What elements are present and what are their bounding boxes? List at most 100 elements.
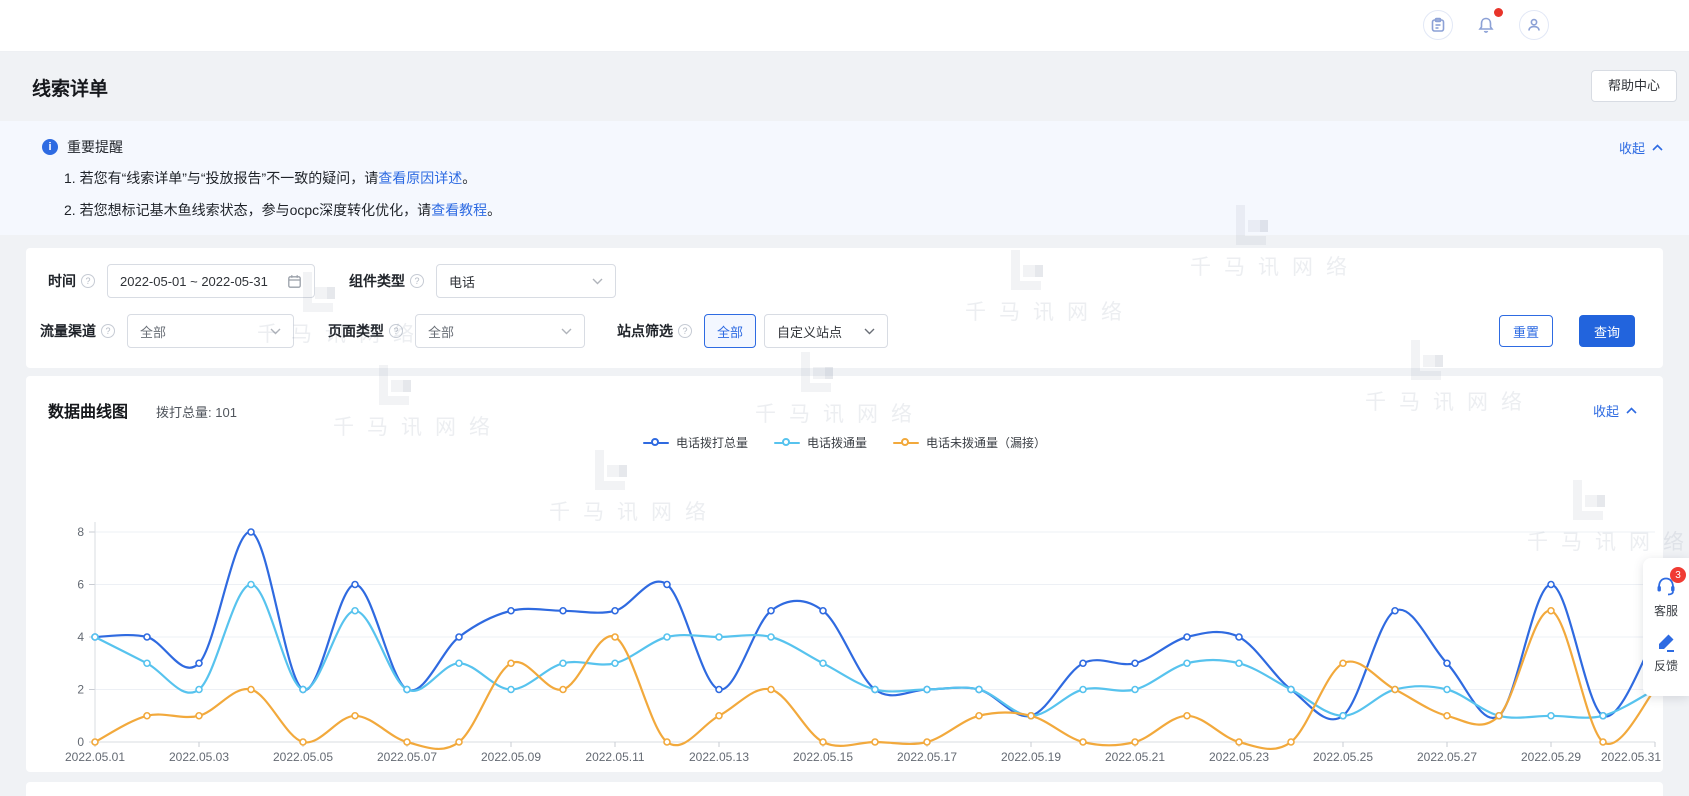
- traffic-channel-help-icon[interactable]: ?: [101, 324, 115, 338]
- data-point[interactable]: [1548, 713, 1554, 719]
- data-point[interactable]: [1600, 739, 1606, 745]
- data-point[interactable]: [300, 739, 306, 745]
- page-type-select[interactable]: 全部: [415, 314, 585, 348]
- data-point[interactable]: [716, 634, 722, 640]
- view-tutorial-link[interactable]: 查看教程: [431, 202, 487, 218]
- data-point[interactable]: [820, 660, 826, 666]
- data-point[interactable]: [248, 529, 254, 535]
- data-point[interactable]: [248, 582, 254, 588]
- data-point[interactable]: [1184, 713, 1190, 719]
- data-point[interactable]: [1444, 660, 1450, 666]
- data-point[interactable]: [300, 687, 306, 693]
- data-point[interactable]: [352, 608, 358, 614]
- data-point[interactable]: [1548, 582, 1554, 588]
- data-point[interactable]: [924, 739, 930, 745]
- data-point[interactable]: [1236, 660, 1242, 666]
- data-point[interactable]: [820, 608, 826, 614]
- component-type-select[interactable]: 电话: [436, 264, 616, 298]
- data-point[interactable]: [612, 634, 618, 640]
- data-point[interactable]: [456, 634, 462, 640]
- date-range-input[interactable]: 2022-05-01 ~ 2022-05-31: [107, 264, 315, 298]
- feedback-button[interactable]: 反馈: [1643, 625, 1689, 680]
- data-point[interactable]: [664, 634, 670, 640]
- data-point[interactable]: [1132, 739, 1138, 745]
- data-point[interactable]: [716, 687, 722, 693]
- x-axis-label: 2022.05.17: [897, 750, 957, 764]
- data-point[interactable]: [456, 739, 462, 745]
- site-filter-help-icon[interactable]: ?: [678, 324, 692, 338]
- component-type-help-icon[interactable]: ?: [410, 274, 424, 288]
- data-point[interactable]: [1288, 739, 1294, 745]
- notice-collapse-button[interactable]: 收起: [1619, 138, 1663, 157]
- data-point[interactable]: [508, 660, 514, 666]
- data-point[interactable]: [612, 608, 618, 614]
- data-point[interactable]: [1080, 739, 1086, 745]
- data-point[interactable]: [1080, 660, 1086, 666]
- data-point[interactable]: [144, 660, 150, 666]
- data-point[interactable]: [1132, 687, 1138, 693]
- data-point[interactable]: [508, 687, 514, 693]
- data-point[interactable]: [820, 739, 826, 745]
- data-point[interactable]: [976, 687, 982, 693]
- data-point[interactable]: [1340, 713, 1346, 719]
- data-point[interactable]: [196, 687, 202, 693]
- data-point[interactable]: [1184, 660, 1190, 666]
- customer-service-button[interactable]: 3 客服: [1643, 568, 1689, 625]
- data-point[interactable]: [1184, 634, 1190, 640]
- help-center-button[interactable]: 帮助中心: [1591, 70, 1677, 102]
- data-point[interactable]: [976, 713, 982, 719]
- data-point[interactable]: [92, 634, 98, 640]
- data-point[interactable]: [1496, 713, 1502, 719]
- view-reason-link[interactable]: 查看原因详述: [378, 170, 462, 186]
- data-point[interactable]: [1392, 608, 1398, 614]
- data-point[interactable]: [1340, 660, 1346, 666]
- data-point[interactable]: [560, 687, 566, 693]
- data-point[interactable]: [1600, 713, 1606, 719]
- page-type-help-icon[interactable]: ?: [389, 324, 403, 338]
- clipboard-icon[interactable]: [1423, 10, 1453, 40]
- data-point[interactable]: [872, 739, 878, 745]
- data-point[interactable]: [144, 713, 150, 719]
- line-chart[interactable]: 024682022.05.012022.05.032022.05.052022.…: [26, 376, 1663, 772]
- data-point[interactable]: [768, 687, 774, 693]
- data-point[interactable]: [560, 660, 566, 666]
- site-filter-all-button[interactable]: 全部: [704, 314, 756, 348]
- time-help-icon[interactable]: ?: [81, 274, 95, 288]
- data-point[interactable]: [1444, 713, 1450, 719]
- data-point[interactable]: [872, 687, 878, 693]
- data-point[interactable]: [456, 660, 462, 666]
- data-point[interactable]: [768, 634, 774, 640]
- data-point[interactable]: [560, 608, 566, 614]
- user-profile-icon[interactable]: [1519, 10, 1549, 40]
- data-point[interactable]: [612, 660, 618, 666]
- data-point[interactable]: [1288, 687, 1294, 693]
- data-point[interactable]: [1080, 687, 1086, 693]
- data-point[interactable]: [1236, 739, 1242, 745]
- data-point[interactable]: [1392, 687, 1398, 693]
- data-point[interactable]: [144, 634, 150, 640]
- data-point[interactable]: [1132, 660, 1138, 666]
- data-point[interactable]: [352, 582, 358, 588]
- data-point[interactable]: [1236, 634, 1242, 640]
- data-point[interactable]: [196, 713, 202, 719]
- data-point[interactable]: [352, 713, 358, 719]
- custom-site-select[interactable]: 自定义站点: [764, 314, 888, 348]
- data-point[interactable]: [196, 660, 202, 666]
- data-point[interactable]: [664, 582, 670, 588]
- query-button[interactable]: 查询: [1579, 315, 1635, 347]
- data-point[interactable]: [768, 608, 774, 614]
- data-point[interactable]: [716, 713, 722, 719]
- data-point[interactable]: [404, 687, 410, 693]
- data-point[interactable]: [248, 687, 254, 693]
- data-point[interactable]: [664, 739, 670, 745]
- notifications-bell-icon[interactable]: [1471, 10, 1501, 40]
- data-point[interactable]: [404, 739, 410, 745]
- reset-button[interactable]: 重置: [1499, 315, 1553, 347]
- data-point[interactable]: [92, 739, 98, 745]
- traffic-channel-select[interactable]: 全部: [127, 314, 294, 348]
- data-point[interactable]: [1444, 687, 1450, 693]
- data-point[interactable]: [1548, 608, 1554, 614]
- data-point[interactable]: [508, 608, 514, 614]
- data-point[interactable]: [924, 687, 930, 693]
- data-point[interactable]: [1028, 713, 1034, 719]
